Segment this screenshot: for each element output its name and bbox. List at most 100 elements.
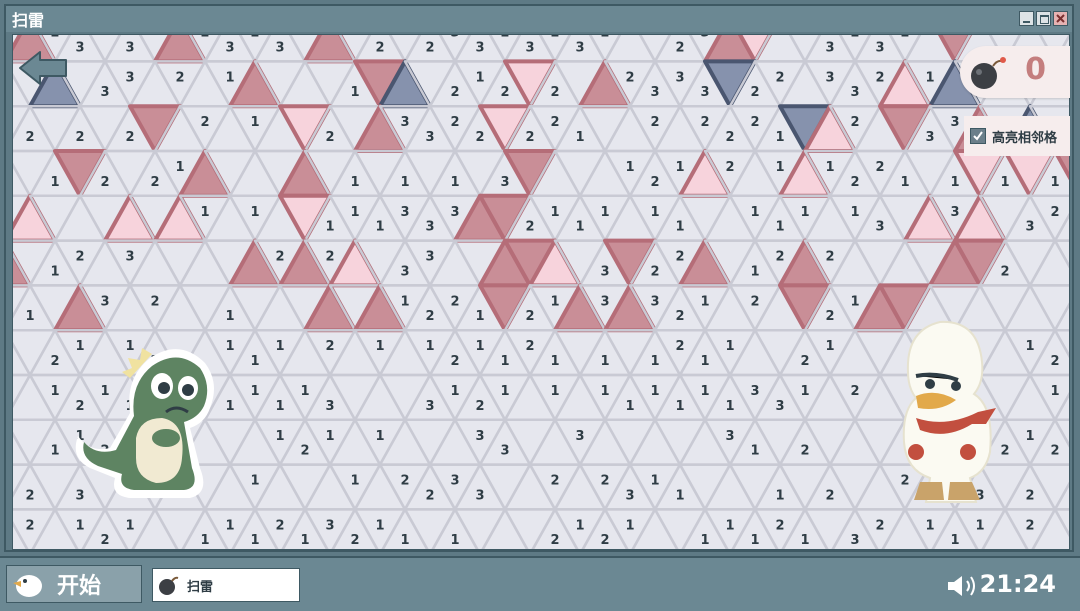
cell-number: 1 — [675, 220, 684, 235]
cell-number: 3 — [425, 399, 434, 414]
cell-number: 2 — [150, 175, 159, 190]
cell-number: 2 — [425, 488, 434, 503]
cell-number: 1 — [1025, 339, 1034, 354]
cell-number: 1 — [50, 444, 59, 459]
cell-number: 2 — [150, 294, 159, 309]
cell-number: 1 — [300, 533, 309, 548]
cell-number: 1 — [700, 533, 709, 548]
duck-mascot-icon — [902, 320, 996, 503]
cell-number: 1 — [775, 220, 784, 235]
cell-number: 1 — [475, 70, 484, 85]
cell-number: 2 — [775, 518, 784, 533]
cell-number: 2 — [325, 130, 334, 145]
mine-count: 0 — [1025, 52, 1046, 87]
cell-number: 1 — [725, 339, 734, 354]
cell-number: 1 — [550, 294, 559, 309]
cell-number: 3 — [450, 205, 459, 220]
cell-number: 1 — [600, 205, 609, 220]
cell-number: 1 — [800, 205, 809, 220]
cell-number: 1 — [325, 429, 334, 444]
cell-number: 1 — [225, 70, 234, 85]
cell-number: 1 — [725, 399, 734, 414]
cell-number: 2 — [50, 35, 59, 41]
cell-number: 3 — [850, 85, 859, 100]
cell-number: 2 — [1025, 518, 1034, 533]
speaker-icon[interactable] — [944, 572, 980, 600]
highlight-checkbox[interactable] — [970, 128, 986, 144]
cell-number: 2 — [550, 533, 559, 548]
cell-number: 3 — [100, 294, 109, 309]
cell-number: 3 — [825, 40, 834, 55]
cell-number: 1 — [175, 160, 184, 175]
cell-number: 2 — [425, 40, 434, 55]
cell-number: 2 — [125, 130, 134, 145]
back-arrow-icon[interactable] — [14, 46, 70, 90]
title-bar[interactable]: 扫雷 — [6, 6, 1072, 32]
cell-number: 2 — [250, 35, 259, 41]
cell-number: 2 — [600, 533, 609, 548]
cell-number: 1 — [750, 444, 759, 459]
cell-number: 1 — [675, 160, 684, 175]
cell-number: 3 — [100, 85, 109, 100]
cell-number: 1 — [50, 384, 59, 399]
cell-number: 2 — [850, 175, 859, 190]
dinosaur-mascot-icon — [75, 348, 214, 498]
cell-number: 1 — [375, 518, 384, 533]
cell-number: 3 — [575, 40, 584, 55]
cell-number: 2 — [450, 115, 459, 130]
cell-number: 1 — [900, 175, 909, 190]
taskbar-item-label: 扫雷 — [187, 579, 214, 595]
cell-number: 3 — [400, 115, 409, 130]
cell-number: 2 — [75, 130, 84, 145]
cell-number: 1 — [350, 175, 359, 190]
cell-number: 2 — [50, 354, 59, 369]
cell-number: 2 — [675, 339, 684, 354]
cell-number: 3 — [750, 384, 759, 399]
cell-number: 1 — [275, 429, 284, 444]
cell-number: 3 — [475, 429, 484, 444]
minimize-button[interactable] — [1019, 11, 1034, 26]
cell-number: 1 — [450, 384, 459, 399]
cell-number: 2 — [275, 518, 284, 533]
cell-number: 2 — [675, 40, 684, 55]
cell-number: 1 — [625, 399, 634, 414]
cell-number: 3 — [475, 40, 484, 55]
cell-number: 1 — [575, 130, 584, 145]
cell-number: 3 — [400, 205, 409, 220]
cell-number: 1 — [825, 339, 834, 354]
start-button[interactable]: 开始 — [6, 565, 142, 603]
cell-number: 3 — [325, 518, 334, 533]
taskbar-item-minesweeper[interactable]: 扫雷 — [152, 568, 300, 602]
cell-number: 3 — [625, 488, 634, 503]
cell-number: 1 — [400, 175, 409, 190]
cell-number: 1 — [625, 518, 634, 533]
cell-number: 1 — [800, 533, 809, 548]
cell-number: 3 — [850, 533, 859, 548]
cell-number: 3 — [325, 399, 334, 414]
cell-number: 2 — [525, 130, 534, 145]
cell-number: 1 — [725, 518, 734, 533]
cell-number: 1 — [50, 175, 59, 190]
maximize-button[interactable] — [1036, 11, 1051, 26]
cell-number: 1 — [600, 354, 609, 369]
cell-number: 1 — [250, 354, 259, 369]
close-button[interactable] — [1053, 11, 1068, 26]
cell-number: 2 — [500, 85, 509, 100]
highlight-adjacent-toggle[interactable]: 高亮相邻格 — [964, 116, 1070, 156]
cell-number: 3 — [650, 85, 659, 100]
cell-number: 2 — [100, 175, 109, 190]
cell-number: 1 — [750, 205, 759, 220]
cell-number: 1 — [1050, 384, 1059, 399]
cell-number: 2 — [100, 533, 109, 548]
cell-number: 2 — [825, 488, 834, 503]
cell-number: 1 — [650, 205, 659, 220]
cell-number: 3 — [525, 40, 534, 55]
cell-number: 1 — [500, 384, 509, 399]
cell-number: 3 — [125, 250, 134, 265]
cell-number: 3 — [575, 429, 584, 444]
cell-number: 2 — [200, 115, 209, 130]
cell-number: 1 — [950, 175, 959, 190]
cell-number: 1 — [275, 339, 284, 354]
cell-number: 1 — [375, 429, 384, 444]
cell-number: 3 — [1025, 220, 1034, 235]
